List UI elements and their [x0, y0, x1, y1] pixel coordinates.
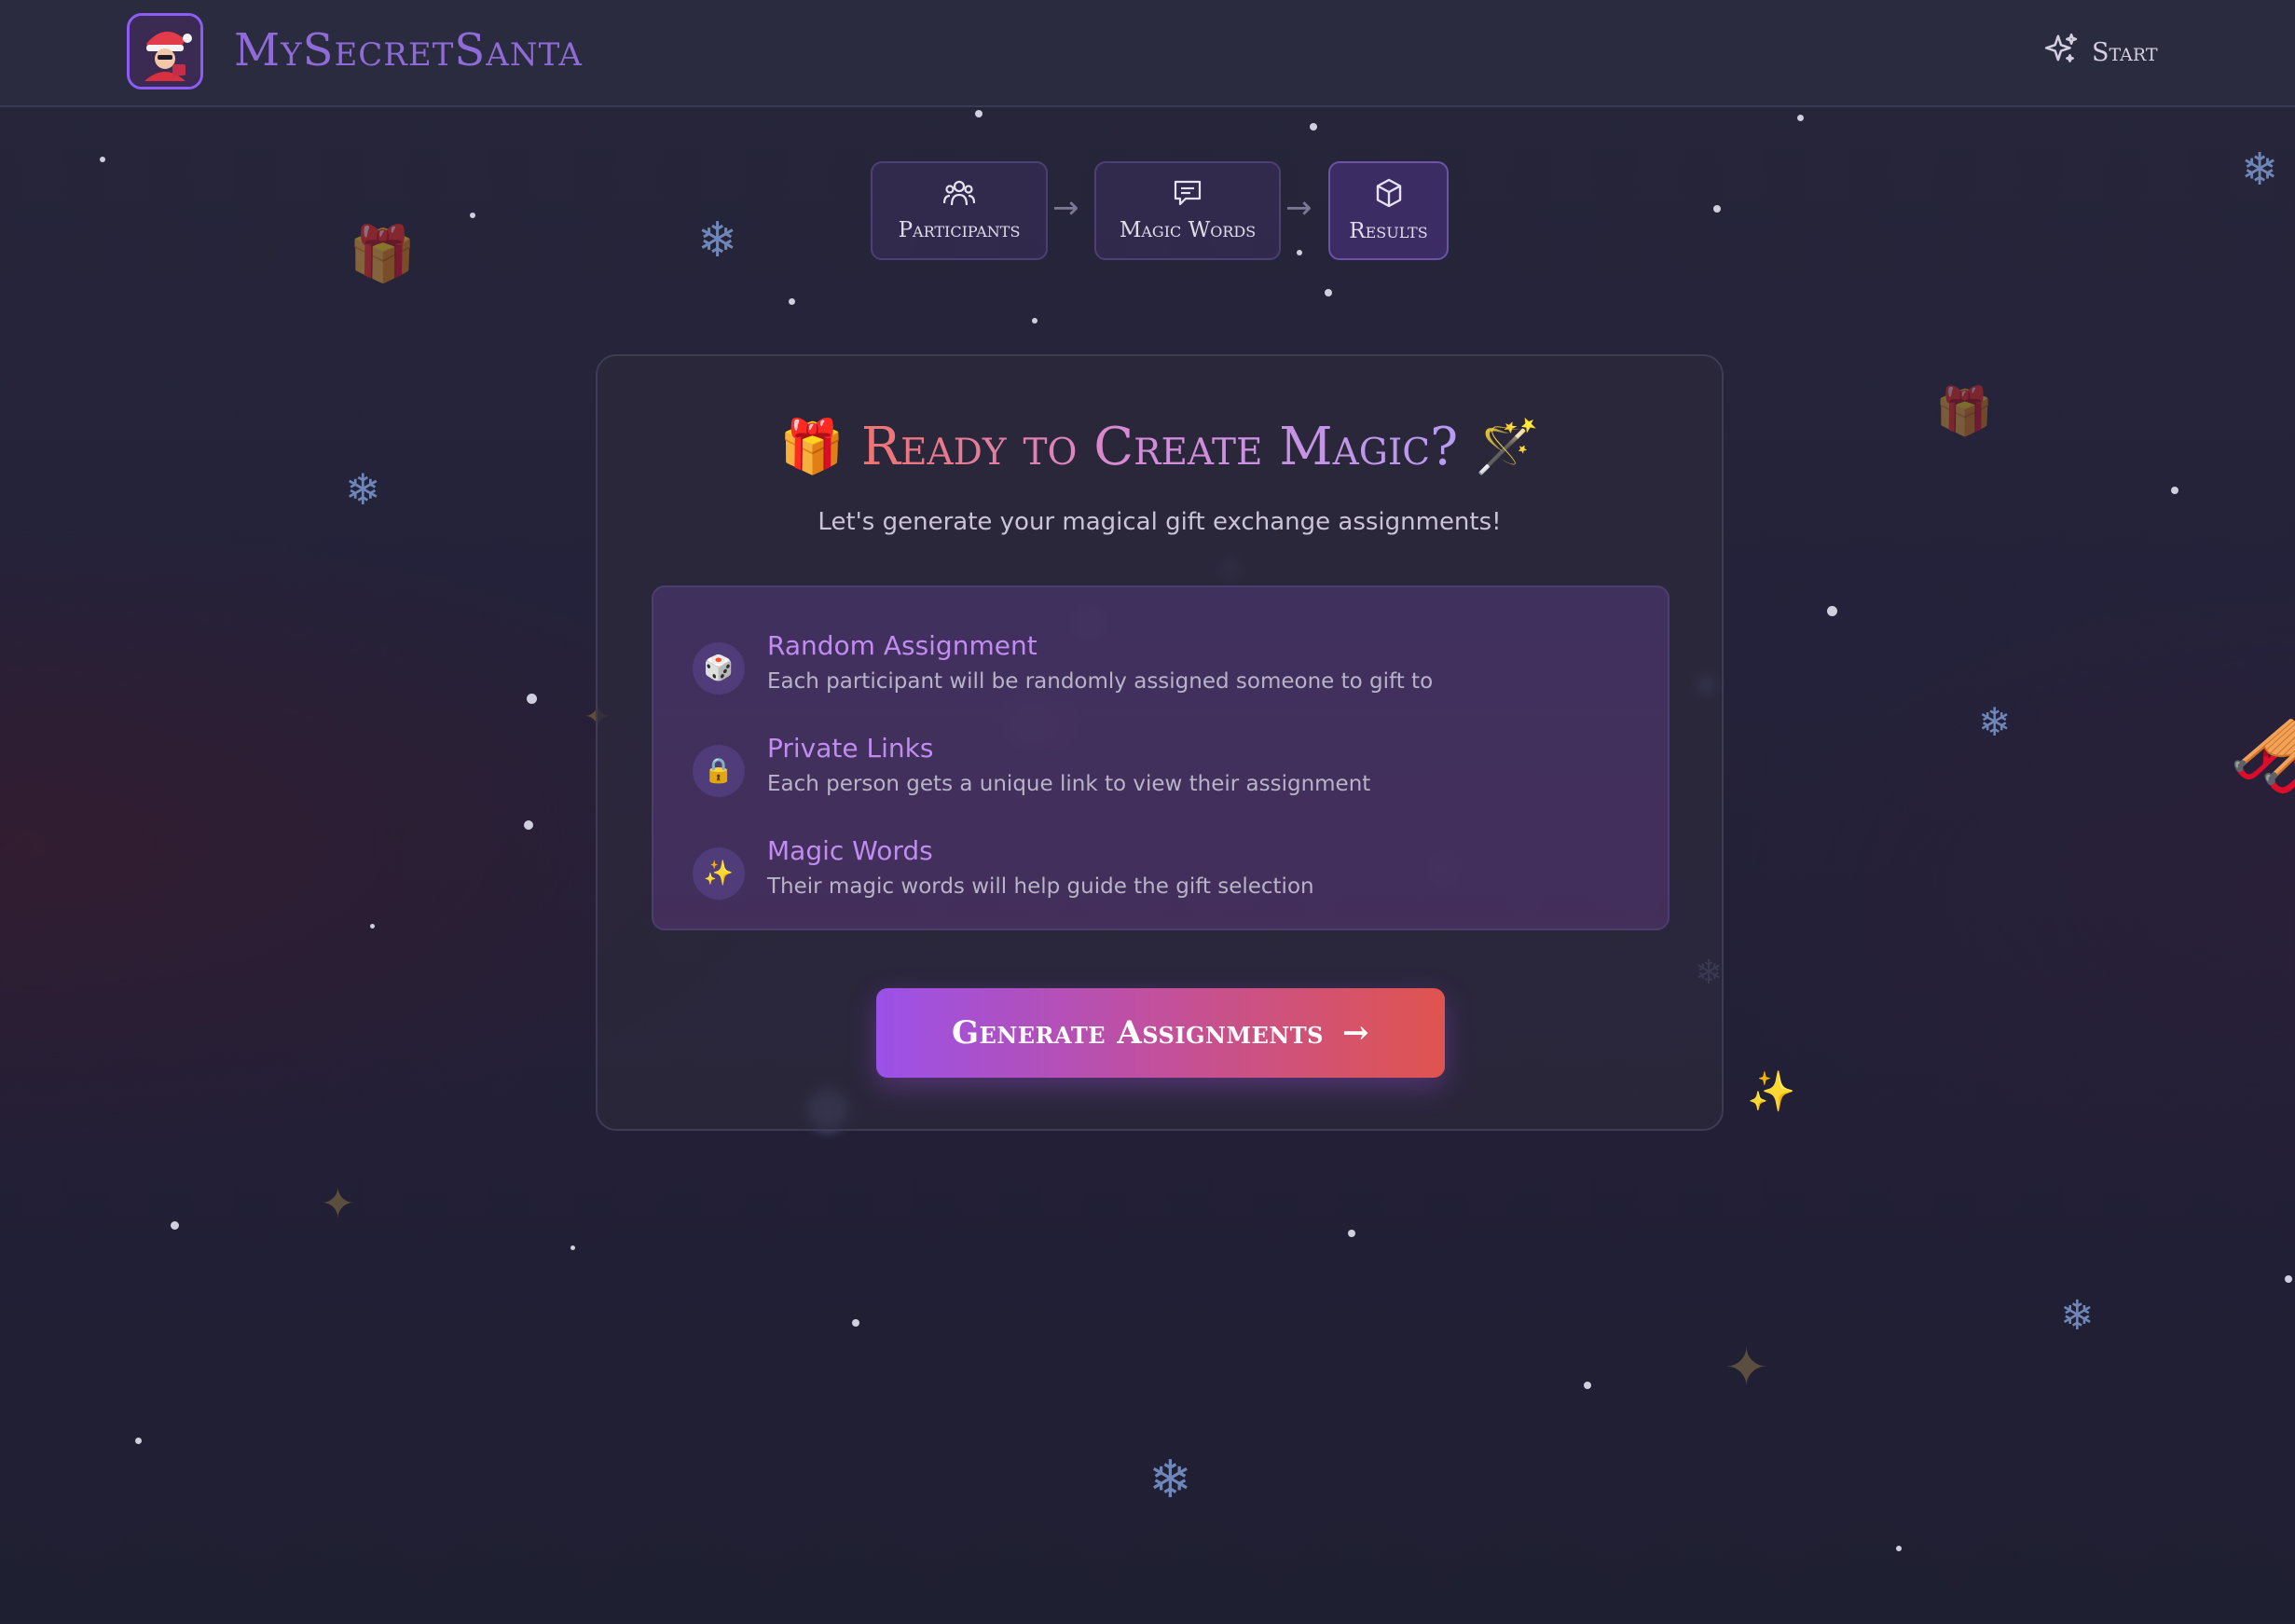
arrow-right-icon: →	[1341, 1014, 1369, 1052]
magic-wand-icon: 🪄	[1474, 417, 1540, 477]
feature-private-links: 🔒 Private Links Each person gets a uniqu…	[693, 733, 1625, 807]
dice-icon: 🎲	[693, 642, 745, 695]
step-label: Participants	[898, 218, 1021, 242]
top-navigation-bar: MySecretSanta Start	[0, 0, 2295, 107]
sparkles-icon	[2043, 32, 2079, 74]
card-title: 🎁 Ready to Create Magic? 🪄	[598, 416, 1722, 477]
lock-icon: 🔒	[693, 745, 745, 797]
santa-sleigh-icon: 🛷	[2228, 704, 2295, 808]
message-icon	[1173, 179, 1202, 213]
santa-logo-icon[interactable]	[127, 13, 203, 89]
card-subtitle: Let's generate your magical gift exchang…	[818, 508, 1502, 536]
start-button[interactable]: Start	[2043, 28, 2158, 76]
start-label: Start	[2092, 37, 2158, 67]
card-title-text: Ready to Create Magic?	[860, 417, 1459, 477]
step-separator: →	[1285, 189, 1312, 227]
gift-decoration-icon: 🎁	[1935, 384, 1994, 438]
feature-title: Magic Words	[767, 835, 933, 866]
step-participants[interactable]: Participants	[871, 161, 1048, 260]
gift-icon: 🎁	[779, 417, 845, 477]
generate-card: 🎁 Ready to Create Magic? 🪄 Let's generat…	[596, 354, 1724, 1131]
generate-assignments-button[interactable]: Generate Assignments →	[876, 988, 1445, 1078]
feature-magic-words: ✨ Magic Words Their magic words will hel…	[693, 835, 1625, 910]
step-separator: →	[1052, 189, 1079, 227]
box-icon	[1375, 178, 1403, 213]
feature-description: Their magic words will help guide the gi…	[767, 874, 1314, 899]
step-magic-words[interactable]: Magic Words	[1094, 161, 1281, 260]
brand-name[interactable]: MySecretSanta	[234, 22, 583, 78]
gift-decoration-icon: 🎁	[349, 222, 417, 285]
feature-description: Each participant will be randomly assign…	[767, 669, 1434, 694]
features-panel: 🎲 Random Assignment Each participant wil…	[652, 585, 1670, 930]
feature-title: Private Links	[767, 733, 934, 764]
feature-description: Each person gets a unique link to view t…	[767, 772, 1371, 796]
feature-title: Random Assignment	[767, 630, 1038, 661]
users-icon	[942, 179, 976, 213]
step-label: Magic Words	[1119, 218, 1257, 242]
sparkles-icon: ✨	[693, 847, 745, 900]
feature-random-assignment: 🎲 Random Assignment Each participant wil…	[693, 630, 1625, 705]
generate-button-label: Generate Assignments	[952, 1014, 1324, 1052]
step-results[interactable]: Results	[1328, 161, 1449, 260]
step-label: Results	[1349, 219, 1428, 243]
